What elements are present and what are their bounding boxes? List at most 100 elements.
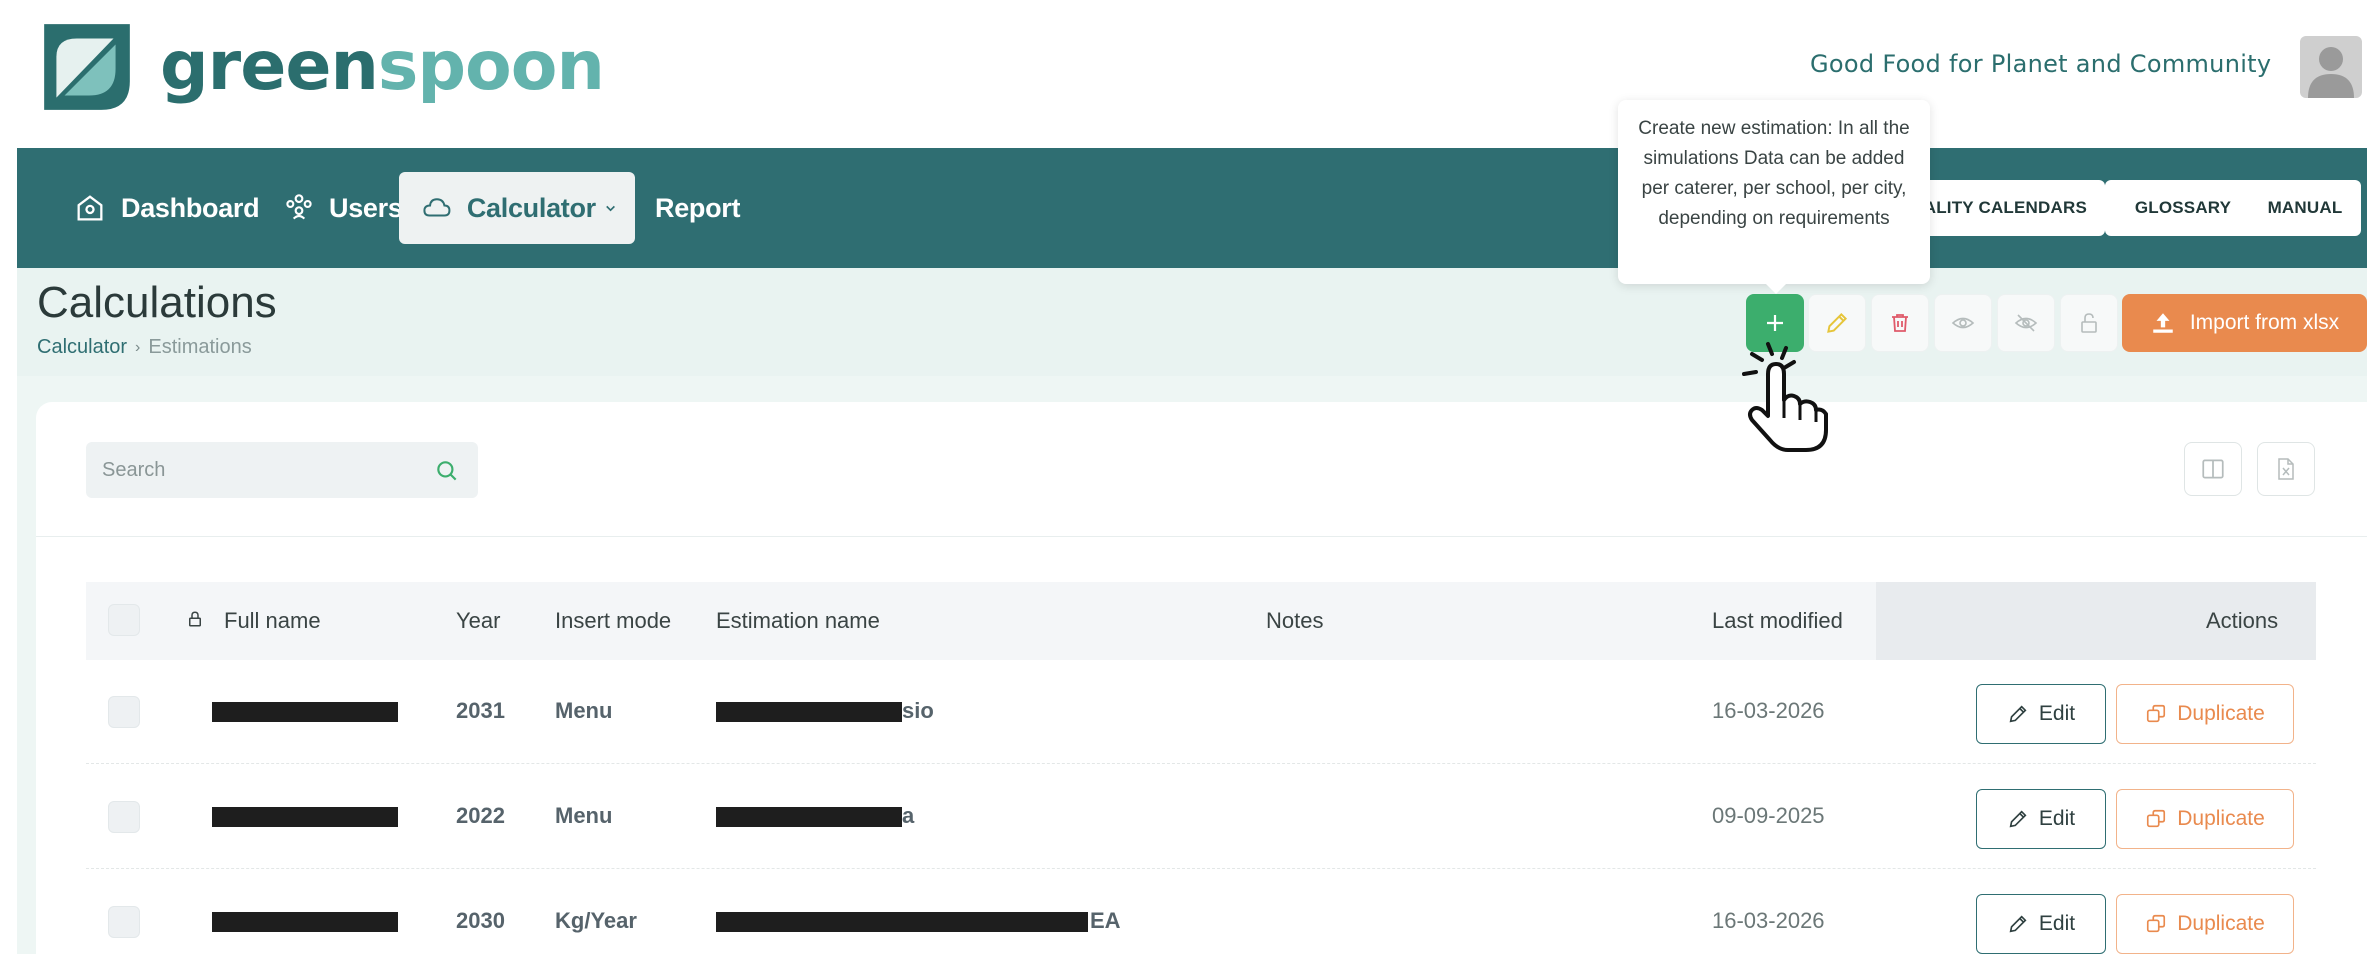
- redacted-estimation-name: [716, 912, 1088, 932]
- page-title: Calculations: [37, 278, 277, 327]
- redacted-full-name: [212, 912, 398, 932]
- glossary-button[interactable]: GLOSSARY: [2105, 180, 2261, 236]
- excel-file-icon: [2278, 458, 2294, 480]
- cloud-icon: [423, 198, 451, 217]
- table-row[interactable]: 2022 Menu a 09-09-2025 Edit Duplicate: [86, 765, 2316, 869]
- main-navbar: Dashboard Users Calculator Report QUALIT…: [17, 148, 2367, 268]
- nav-users[interactable]: Users: [265, 172, 421, 244]
- copy-icon: [2147, 704, 2166, 723]
- manual-button[interactable]: MANUAL: [2249, 180, 2361, 236]
- nav-report[interactable]: Report: [637, 172, 758, 244]
- nav-dashboard[interactable]: Dashboard: [55, 172, 277, 244]
- copy-icon: [2147, 809, 2166, 828]
- duplicate-button[interactable]: Duplicate: [2116, 894, 2294, 954]
- edit-button[interactable]: Edit: [1976, 894, 2106, 954]
- columns-icon: [2202, 459, 2224, 479]
- lock-icon: [189, 611, 201, 627]
- edit-label: Edit: [2038, 912, 2076, 935]
- duplicate-label: Duplicate: [2177, 807, 2265, 830]
- greenspoon-logo[interactable]: greenspoon: [36, 16, 605, 118]
- page-header-bar: Calculations Calculator › Estimations Im…: [17, 268, 2367, 376]
- import-xlsx-button[interactable]: Import from xlsx: [2122, 294, 2367, 352]
- row-insert-mode: Menu: [555, 803, 613, 828]
- redacted-estimation-name: [716, 702, 902, 722]
- pencil-icon: [2009, 810, 2027, 828]
- duplicate-button[interactable]: Duplicate: [2116, 789, 2294, 849]
- search-icon[interactable]: [434, 458, 460, 484]
- table-row[interactable]: 2031 Menu sio 16-03-2026 Edit Duplicate: [86, 660, 2316, 764]
- logo-text-spoon: spoon: [377, 27, 605, 106]
- chevron-down-icon: [606, 205, 615, 212]
- column-estimation-name[interactable]: Estimation name: [716, 608, 880, 634]
- export-excel-button[interactable]: [2257, 442, 2315, 496]
- tagline: Good Food for Planet and Community: [1810, 50, 2272, 78]
- row-checkbox[interactable]: [108, 696, 140, 728]
- duplicate-button[interactable]: Duplicate: [2116, 684, 2294, 744]
- row-checkbox[interactable]: [108, 906, 140, 938]
- logo-mark-icon: [44, 24, 130, 110]
- row-last-modified: 16-03-2026: [1712, 698, 1825, 723]
- column-notes[interactable]: Notes: [1266, 608, 1323, 634]
- columns-toggle-button[interactable]: [2184, 442, 2242, 496]
- edit-button[interactable]: Edit: [1976, 789, 2106, 849]
- row-insert-mode: Kg/Year: [555, 908, 637, 933]
- redacted-full-name: [212, 702, 398, 722]
- column-insert-mode[interactable]: Insert mode: [555, 608, 671, 634]
- nav-dashboard-label: Dashboard: [121, 192, 260, 223]
- breadcrumb: Calculator › Estimations: [37, 336, 252, 359]
- row-insert-mode: Menu: [555, 698, 613, 723]
- home-icon: [77, 195, 103, 221]
- nav-users-label: Users: [329, 192, 403, 223]
- hide-button[interactable]: [1997, 294, 2055, 352]
- row-estimation-name: sio: [902, 698, 934, 723]
- add-estimation-tooltip: Create new estimation: In all the simula…: [1618, 100, 1930, 294]
- pencil-icon: [2009, 705, 2027, 723]
- hand-pointer-cursor-icon: [1742, 342, 1828, 452]
- unlock-icon: [2081, 313, 2097, 333]
- table-header: Full name Year Insert mode Estimation na…: [86, 582, 2316, 660]
- nav-calculator-label: Calculator: [466, 192, 596, 223]
- user-avatar-icon: [2308, 47, 2354, 98]
- nav-calculator[interactable]: Calculator: [399, 172, 635, 244]
- search-input[interactable]: [86, 442, 426, 498]
- column-actions: Actions: [2206, 608, 2279, 633]
- row-estimation-name: EA: [1090, 908, 1121, 933]
- upload-icon: [2153, 313, 2173, 333]
- edit-label: Edit: [2038, 807, 2076, 830]
- row-year: 2030: [456, 908, 505, 933]
- row-estimation-name: a: [902, 803, 915, 828]
- card-divider: [36, 536, 2367, 537]
- delete-estimation-button[interactable]: [1871, 294, 1929, 352]
- edit-label: Edit: [2038, 702, 2076, 725]
- breadcrumb-separator-icon: ›: [135, 338, 141, 356]
- edit-button[interactable]: Edit: [1976, 684, 2106, 744]
- duplicate-label: Duplicate: [2177, 912, 2265, 935]
- eye-icon: [1951, 317, 1975, 329]
- lock-button[interactable]: [2060, 294, 2118, 352]
- row-checkbox[interactable]: [108, 801, 140, 833]
- breadcrumb-estimations: Estimations: [148, 336, 252, 358]
- redacted-estimation-name: [716, 807, 902, 827]
- row-last-modified: 16-03-2026: [1712, 908, 1825, 933]
- search-box: [86, 442, 478, 498]
- select-all-checkbox[interactable]: [108, 604, 140, 636]
- nav-report-label: Report: [655, 192, 741, 223]
- user-avatar[interactable]: [2300, 36, 2362, 98]
- app-header: greenspoon Good Food for Planet and Comm…: [0, 0, 2367, 148]
- copy-icon: [2147, 914, 2166, 933]
- eye-off-icon: [2014, 314, 2038, 332]
- trash-icon: [1892, 314, 1908, 332]
- users-icon: [286, 194, 312, 220]
- pencil-icon: [2009, 915, 2027, 933]
- column-full-name[interactable]: Full name: [224, 608, 321, 634]
- row-last-modified: 09-09-2025: [1712, 803, 1825, 828]
- show-button[interactable]: [1934, 294, 1992, 352]
- duplicate-label: Duplicate: [2177, 702, 2265, 725]
- redacted-full-name: [212, 807, 398, 827]
- import-xlsx-label: Import from xlsx: [2189, 311, 2340, 334]
- column-year[interactable]: Year: [456, 608, 500, 634]
- logo-text-green: green: [160, 27, 379, 106]
- column-last-modified[interactable]: Last modified: [1712, 608, 1843, 634]
- table-row[interactable]: 2030 Kg/Year EA 16-03-2026 Edit Duplicat…: [86, 870, 2316, 954]
- breadcrumb-calculator[interactable]: Calculator: [37, 336, 127, 359]
